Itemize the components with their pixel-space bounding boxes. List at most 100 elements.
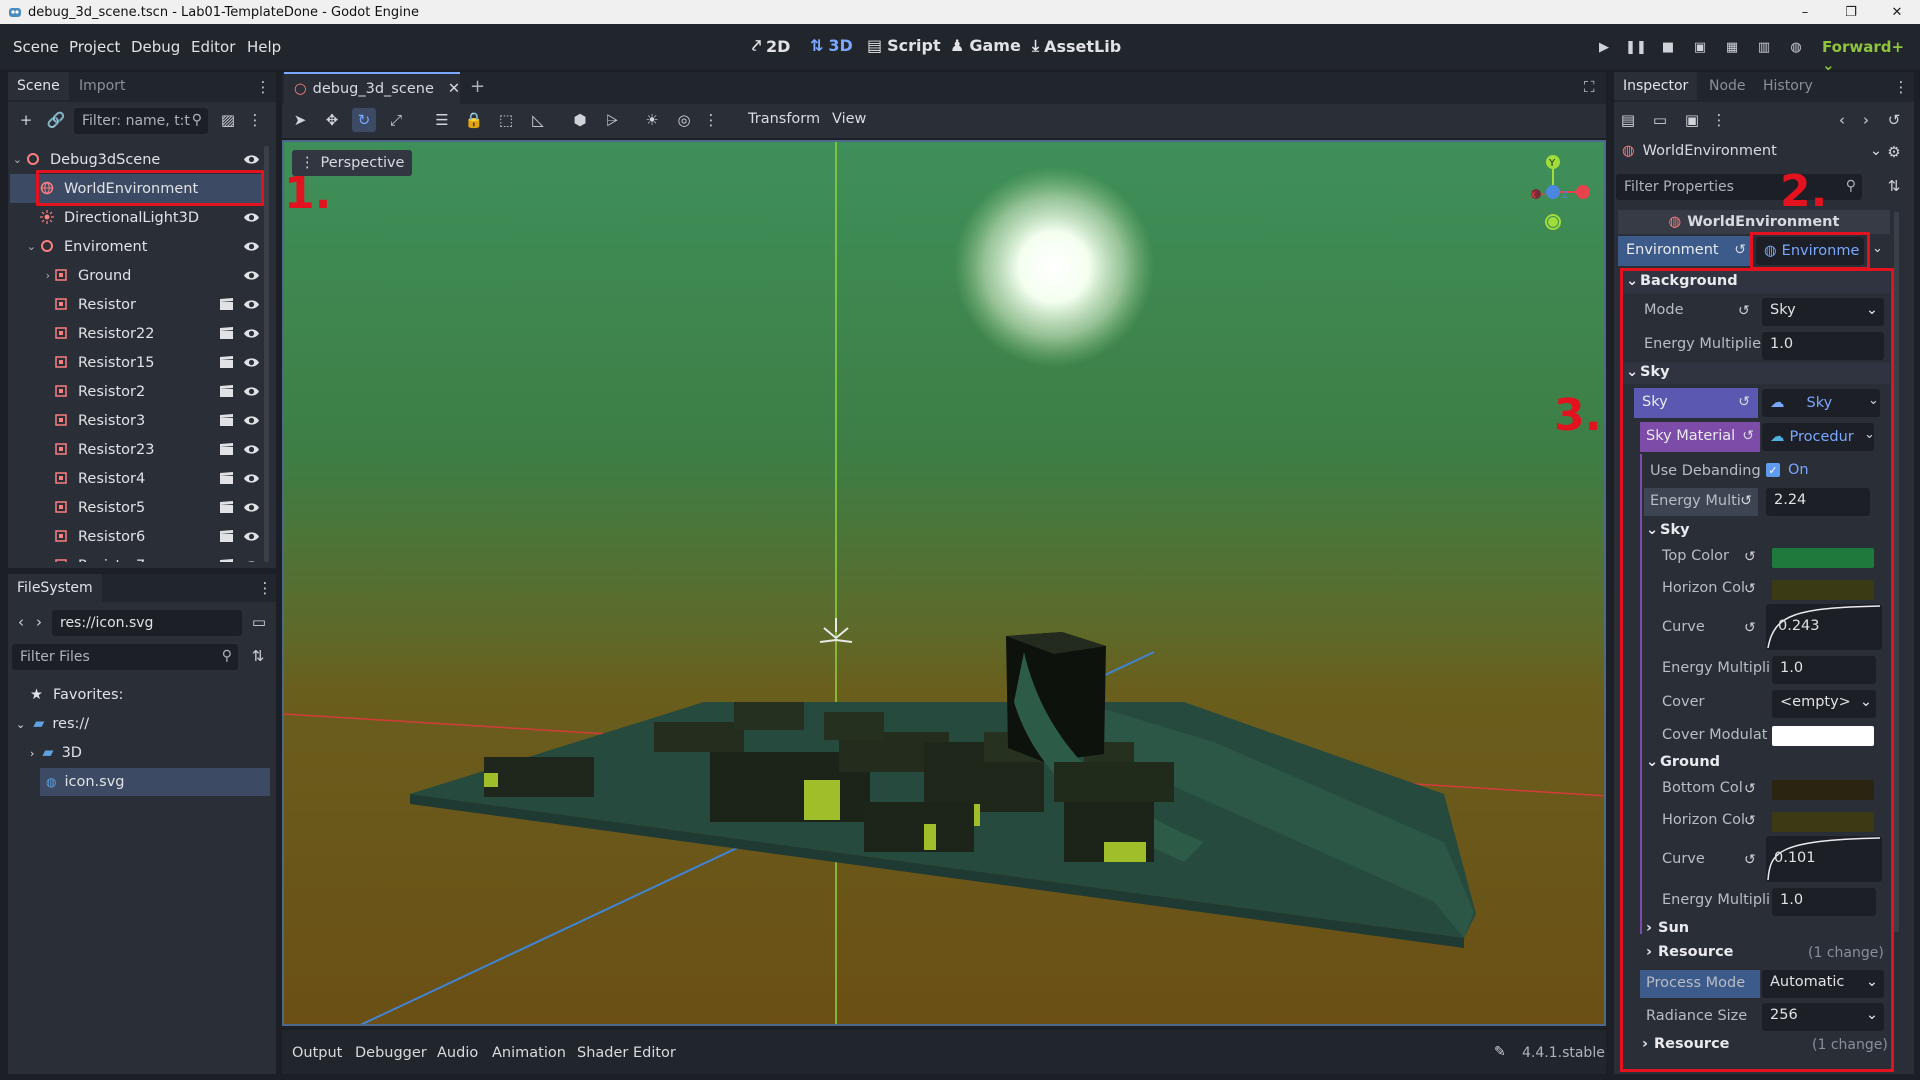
object-history-icon[interactable]: ↺ (1882, 108, 1906, 132)
fs-path-input[interactable]: res://icon.svg (52, 610, 242, 636)
revert-icon[interactable]: ↺ (1734, 242, 1746, 258)
tree-item[interactable]: Resistor6 (10, 522, 264, 551)
instance-scene-icon[interactable] (219, 355, 234, 369)
tab-node[interactable]: Node (1700, 72, 1755, 100)
tree-item[interactable]: Resistor5 (10, 493, 264, 522)
ruler-icon[interactable]: ◺ (526, 108, 550, 132)
inspector-scrollbar[interactable] (1894, 212, 1899, 932)
visibility-eye-icon[interactable] (243, 209, 260, 226)
chevron-right-icon[interactable]: › (10, 269, 54, 282)
group-icon[interactable]: ⬚ (494, 108, 518, 132)
tree-item[interactable]: Resistor4 (10, 464, 264, 493)
visibility-eye-icon[interactable] (243, 470, 260, 487)
sun-toggle-icon[interactable]: ☀ (640, 108, 664, 132)
instance-scene-icon[interactable] (219, 297, 234, 311)
chevron-down-icon[interactable]: ⌄ (10, 153, 26, 166)
fs-root-folder[interactable]: ⌄ ▰ res:// (16, 710, 89, 738)
view-menu[interactable]: View (832, 111, 866, 127)
movie-maker-icon[interactable]: ◍ (1785, 38, 1807, 56)
history-back-icon[interactable]: ‹ (1830, 108, 1854, 132)
split-view-icon[interactable]: ▭ (247, 610, 271, 634)
renderer-selector[interactable]: Forward+ ⌄ (1822, 38, 1920, 74)
viewport-options-icon[interactable]: ⋮ (704, 108, 719, 132)
visibility-eye-icon[interactable] (243, 499, 260, 516)
object-properties-icon[interactable]: ⚙ (1882, 140, 1906, 164)
menu-debug[interactable]: Debug (131, 38, 180, 56)
tab-audio[interactable]: Audio (437, 1045, 478, 1061)
scene-filter-input[interactable]: Filter: name, t:t ⚲ (74, 108, 208, 134)
scene-tree-scrollbar[interactable] (264, 146, 269, 562)
visibility-eye-icon[interactable] (243, 267, 260, 284)
tab-import[interactable]: Import (70, 72, 134, 100)
inspector-options-icon[interactable]: ⇅ (1882, 174, 1906, 198)
play-scene-icon[interactable]: ▦ (1721, 38, 1743, 56)
mode-game-button[interactable]: ♟ Game (950, 36, 1021, 55)
instance-scene-icon[interactable] (219, 529, 234, 543)
lock-icon[interactable]: 🔒 (462, 108, 486, 132)
3d-viewport[interactable]: ⋮ Perspective Y X Z (282, 140, 1606, 1026)
tree-item[interactable]: Resistor15 (10, 348, 264, 377)
back-icon[interactable]: ‹ (12, 610, 30, 634)
save-resource-icon[interactable]: ▣ (1680, 108, 1704, 132)
select-tool-icon[interactable]: ➤ (288, 108, 312, 132)
add-node-icon[interactable]: + (14, 108, 38, 132)
local-space-icon[interactable]: ⬢ (568, 108, 592, 132)
play-custom-scene-icon[interactable]: ▥ (1753, 38, 1775, 56)
tree-item[interactable]: Resistor2 (10, 377, 264, 406)
visibility-eye-icon[interactable] (243, 412, 260, 429)
sort-icon[interactable]: ⇅ (246, 644, 270, 668)
distraction-free-icon[interactable]: ⛶ (1584, 78, 1595, 96)
tab-shader-editor[interactable]: Shader Editor (577, 1045, 676, 1061)
remote-debug-icon[interactable]: ▣ (1689, 38, 1711, 56)
resource-menu-icon[interactable]: ⋮ (1712, 108, 1727, 132)
mode-assetlib-button[interactable]: ⤓ AssetLib (1032, 36, 1121, 56)
menu-project[interactable]: Project (69, 38, 120, 56)
visibility-eye-icon[interactable] (243, 354, 260, 371)
scene-menu-icon[interactable]: ⋮ (246, 108, 264, 132)
tab-inspector[interactable]: Inspector (1614, 72, 1698, 100)
instance-scene-icon[interactable] (219, 384, 234, 398)
instance-scene-icon[interactable] (219, 326, 234, 340)
menu-scene[interactable]: Scene (13, 38, 59, 56)
fs-folder-3d[interactable]: › ▰ 3D (30, 739, 82, 767)
tree-item[interactable]: DirectionalLight3D (10, 203, 264, 232)
dock-menu-icon[interactable]: ⋮ (256, 75, 271, 99)
menu-editor[interactable]: Editor (191, 38, 235, 56)
link-icon[interactable]: 🔗 (44, 108, 68, 132)
new-resource-icon[interactable]: ▤ (1616, 108, 1640, 132)
tree-item[interactable]: Resistor23 (10, 435, 264, 464)
play-icon[interactable]: ▶ (1593, 38, 1615, 56)
pause-icon[interactable]: ❚❚ (1625, 38, 1647, 56)
instance-scene-icon[interactable] (219, 442, 234, 456)
environment-toggle-icon[interactable]: ◎ (672, 108, 696, 132)
mode-script-button[interactable]: ▤ Script (867, 36, 941, 55)
tree-item[interactable]: Resistor (10, 290, 264, 319)
transform-menu[interactable]: Transform (748, 111, 820, 127)
load-resource-icon[interactable]: ▭ (1648, 108, 1672, 132)
fs-favorites[interactable]: ★ Favorites: (30, 681, 123, 709)
move-tool-icon[interactable]: ✥ (320, 108, 344, 132)
tree-item[interactable]: Resistor22 (10, 319, 264, 348)
inspector-menu-icon[interactable]: ⋮ (1894, 75, 1909, 99)
mode-3d-button[interactable]: ⇅ 3D (810, 36, 853, 55)
fs-menu-icon[interactable]: ⋮ (258, 576, 273, 600)
scale-tool-icon[interactable]: ⤢ (384, 108, 408, 132)
visibility-eye-icon[interactable] (243, 441, 260, 458)
history-forward-icon[interactable]: › (1854, 108, 1878, 132)
visibility-eye-icon[interactable] (243, 383, 260, 400)
tab-filesystem[interactable]: FileSystem (8, 574, 102, 602)
viewport-render[interactable] (284, 142, 1606, 1026)
tree-item[interactable]: Resistor3 (10, 406, 264, 435)
visibility-eye-icon[interactable] (243, 325, 260, 342)
tree-item[interactable]: ⌄ Enviroment (10, 232, 264, 261)
close-tab-icon[interactable]: ✕ (448, 81, 460, 97)
add-tab-button[interactable]: + (470, 76, 485, 97)
mode-2d-button[interactable]: ⤤ 2D (752, 36, 790, 56)
tab-debug-3d-scene[interactable]: ○ debug_3d_scene ✕ (284, 72, 460, 104)
visibility-eye-icon[interactable] (243, 528, 260, 545)
stop-icon[interactable]: ■ (1657, 38, 1679, 56)
instance-scene-icon[interactable] (219, 500, 234, 514)
visibility-eye-icon[interactable] (243, 296, 260, 313)
fs-filter-input[interactable]: Filter Files ⚲ (12, 644, 238, 670)
object-selector[interactable]: ◍ WorldEnvironment ⌄ (1618, 138, 1888, 164)
